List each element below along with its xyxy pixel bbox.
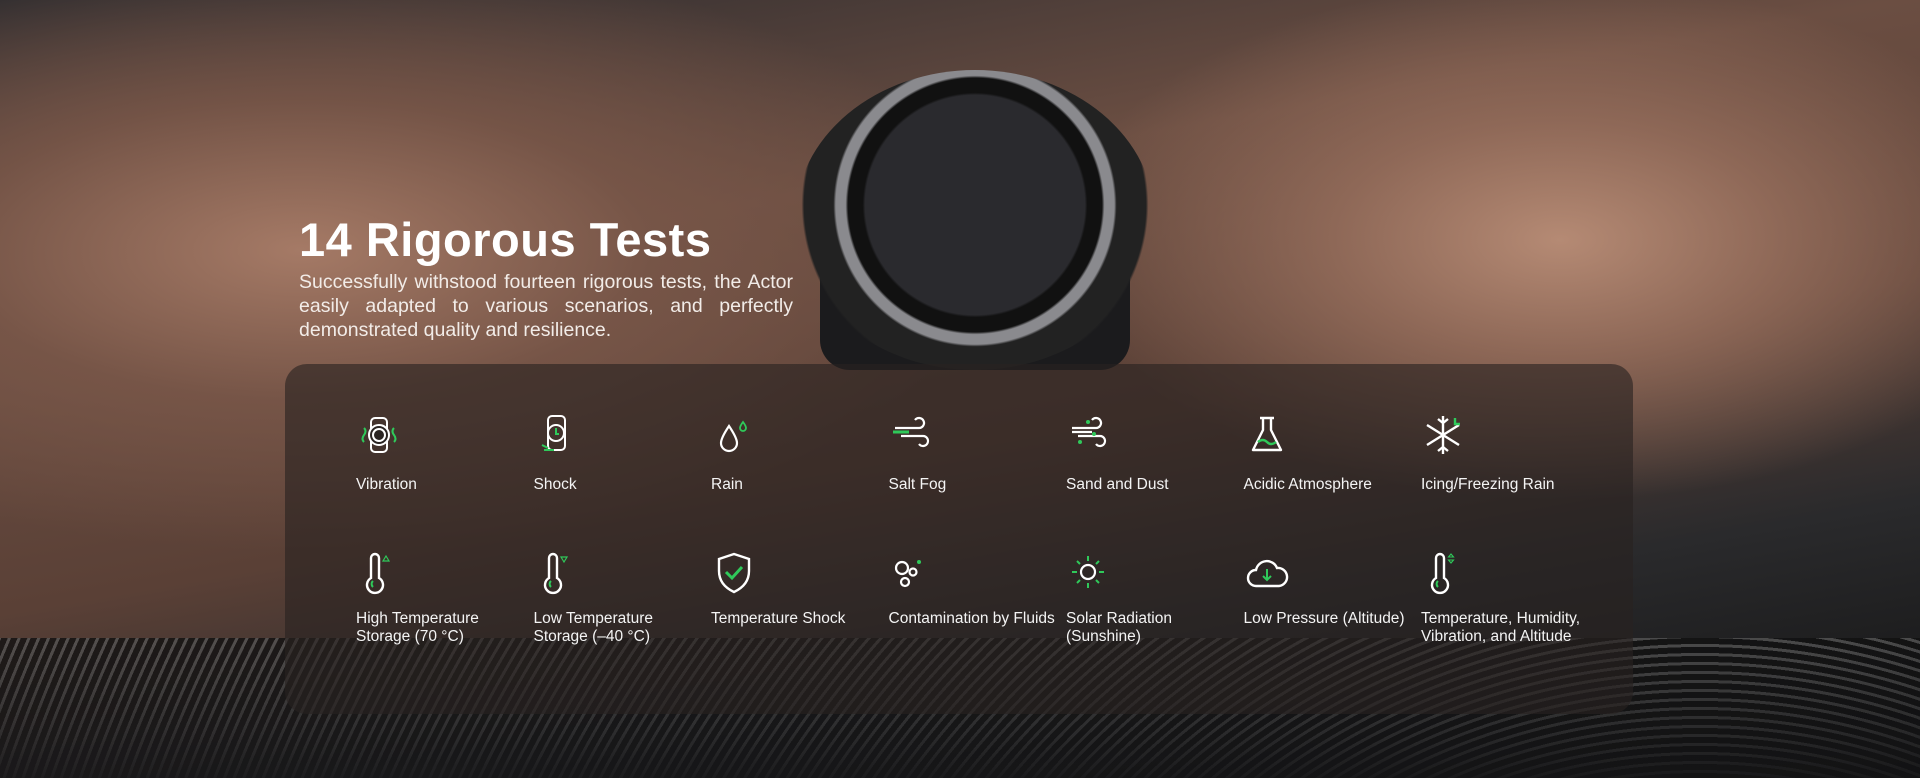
raindrop-icon: [719, 420, 747, 453]
test-item: Sand and Dust: [1066, 412, 1241, 494]
wind-icon: [892, 416, 929, 448]
test-label: Solar Radiation (Sunshine): [1066, 610, 1172, 645]
watch-vibration-icon: [361, 417, 397, 453]
thermometer-up-icon: [365, 552, 391, 595]
test-item: Solar Radiation (Sunshine): [1066, 550, 1241, 646]
test-label: High Temperature Storage (70 °C): [356, 610, 479, 645]
test-item: Temperature, Humidity, Vibration, and Al…: [1421, 550, 1596, 646]
test-label: Vibration: [356, 476, 417, 493]
test-item: Contamination by Fluids: [889, 550, 1064, 628]
bubbles-icon: [894, 560, 921, 588]
test-label: Rain: [711, 476, 743, 493]
test-item: Salt Fog: [889, 412, 1064, 494]
test-item: Temperature Shock: [711, 550, 886, 628]
test-label: Low Pressure (Altitude): [1243, 610, 1405, 627]
test-item: High Temperature Storage (70 °C): [356, 550, 531, 646]
test-item: Low Pressure (Altitude): [1244, 550, 1419, 628]
test-label: Icing/Freezing Rain: [1421, 476, 1555, 493]
test-item: Shock: [534, 412, 709, 494]
tests-panel: Vibration Shock Rain Salt Fog Sand and Dust A…: [285, 364, 1633, 714]
page-title: 14 Rigorous Tests: [299, 213, 712, 266]
hero-section: 14 Rigorous Tests Successfully withstood…: [299, 212, 793, 342]
thermometer-down-icon: [543, 552, 568, 595]
test-label: Temperature Shock: [711, 610, 846, 627]
sun-icon: [1072, 556, 1104, 588]
test-item: Acidic Atmosphere: [1244, 412, 1419, 494]
test-label: Temperature, Humidity, Vibration, and Al…: [1421, 610, 1581, 645]
test-label: Acidic Atmosphere: [1243, 476, 1372, 493]
test-item: Rain: [711, 412, 886, 494]
test-label: Low Temperature Storage (–40 °C): [533, 610, 653, 645]
wind-dust-icon: [1072, 416, 1107, 448]
test-item: Icing/Freezing Rain: [1421, 412, 1596, 494]
thermometer-updown-icon: [1430, 552, 1455, 595]
test-label: Shock: [533, 476, 577, 493]
snowflake-icon: [1426, 416, 1460, 454]
watch-shock-icon: [541, 415, 566, 451]
test-label: Contamination by Fluids: [888, 610, 1055, 627]
cloud-down-icon: [1246, 559, 1288, 588]
test-item: Vibration: [356, 412, 531, 494]
smartwatch-image: [795, 70, 1155, 370]
test-label: Sand and Dust: [1066, 476, 1169, 493]
shield-check-icon: [717, 552, 751, 594]
hero-description: Successfully withstood fourteen rigorous…: [299, 271, 793, 341]
flask-icon: [1251, 416, 1282, 452]
test-item: Low Temperature Storage (–40 °C): [534, 550, 709, 646]
test-label: Salt Fog: [888, 476, 947, 493]
